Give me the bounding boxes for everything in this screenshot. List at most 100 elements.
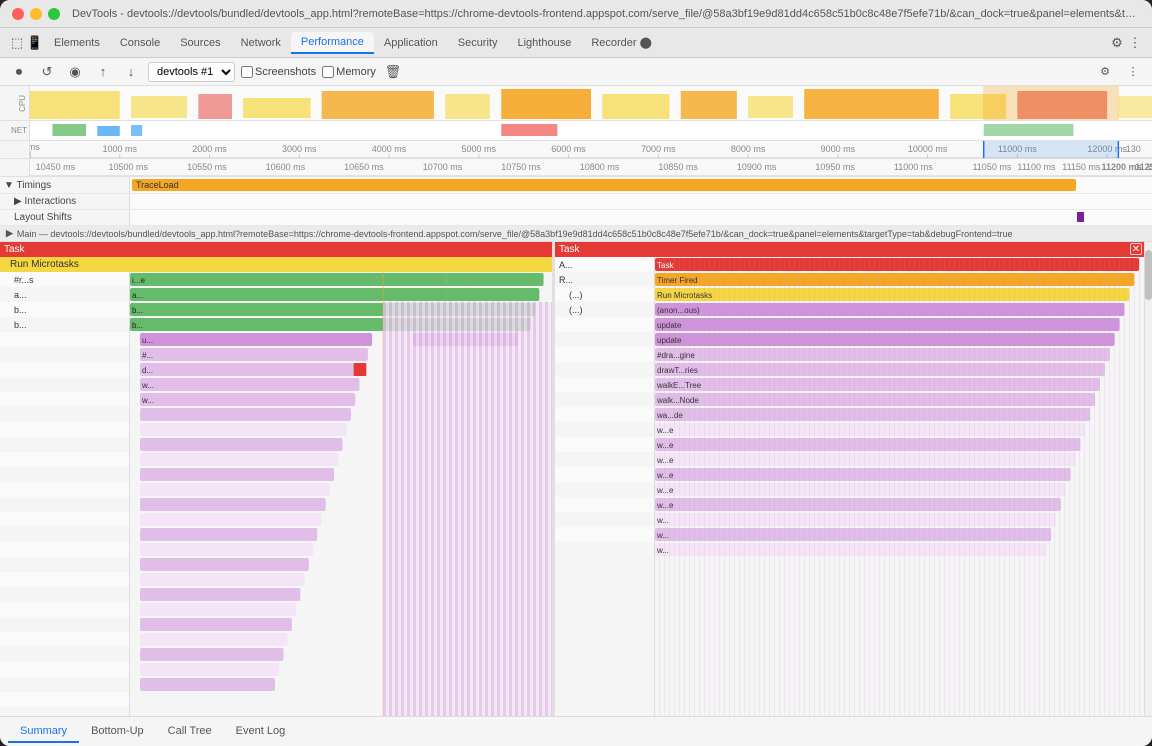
devtools-window: DevTools - devtools://devtools/bundled/d… — [0, 0, 1152, 746]
traceload-label: TraceLoad — [132, 180, 179, 190]
more-menu-icon[interactable]: ⋮ — [1126, 34, 1144, 52]
right-name-row — [555, 437, 654, 452]
right-name-row — [555, 317, 654, 332]
memory-label: Memory — [336, 66, 376, 78]
secondary-toolbar: ⏺ ↺ ◉ ↑ ↓ devtools #1 Screenshots Memory… — [0, 58, 1152, 86]
svg-text:b...: b... — [132, 321, 143, 330]
inspect-icon[interactable]: ⬚ — [8, 34, 26, 52]
name-row — [0, 407, 129, 422]
tab-bottom-up[interactable]: Bottom-Up — [79, 721, 156, 743]
right-name-row — [555, 392, 654, 407]
name-row — [0, 347, 129, 362]
svg-text:w...: w... — [656, 516, 669, 525]
right-name-row: (...) — [555, 302, 654, 317]
cpu-chart-area[interactable] — [30, 86, 1152, 120]
svg-text:0 ms: 0 ms — [30, 142, 40, 152]
svg-text:8000 ms: 8000 ms — [731, 144, 766, 154]
name-row: a... — [0, 287, 129, 302]
chart-column-right[interactable]: Task Timer Fired Run Microtasks (anon...… — [655, 257, 1144, 716]
name-row — [0, 677, 129, 692]
svg-text:10450 ms: 10450 ms — [36, 162, 76, 172]
name-row — [0, 422, 129, 437]
svg-text:w...: w... — [141, 396, 154, 405]
scrollbar-thumb[interactable] — [1145, 250, 1152, 300]
tab-console[interactable]: Console — [110, 33, 170, 53]
delete-recording-button[interactable]: 🗑 — [382, 61, 404, 83]
svg-text:i...e: i...e — [132, 276, 145, 285]
bottom-tabs: Summary Bottom-Up Call Tree Event Log — [0, 716, 1152, 746]
upload-button[interactable]: ↑ — [92, 61, 114, 83]
svg-text:update: update — [657, 321, 682, 330]
tab-call-tree[interactable]: Call Tree — [156, 721, 224, 743]
timings-label: ▼ Timings — [0, 177, 130, 193]
net-overview: NET — [0, 121, 1152, 141]
timings-content: TraceLoad — [130, 177, 1152, 193]
nav-tabs: ⬚ 📱 Elements Console Sources Network Per… — [0, 28, 1152, 58]
svg-text:1000 ms: 1000 ms — [102, 144, 137, 154]
download-button[interactable]: ↓ — [120, 61, 142, 83]
right-name-row — [555, 542, 654, 557]
tab-summary[interactable]: Summary — [8, 721, 79, 743]
tab-application[interactable]: Application — [374, 33, 448, 53]
name-row — [0, 512, 129, 527]
name-row — [0, 437, 129, 452]
svg-text:b...: b... — [132, 306, 143, 315]
right-name-column: A... R... (...) (...) — [555, 257, 655, 716]
svg-text:w...: w... — [141, 381, 154, 390]
svg-text:4000 ms: 4000 ms — [372, 144, 407, 154]
svg-text:7000 ms: 7000 ms — [641, 144, 676, 154]
device-icon[interactable]: 📱 — [26, 34, 44, 52]
svg-text:130: 130 — [1126, 144, 1141, 154]
right-name-row — [555, 422, 654, 437]
cpu-chart-svg — [30, 86, 1152, 120]
ruler-row-2: 10450 ms 10500 ms 10550 ms 10600 ms 1065… — [0, 159, 1152, 177]
tab-security[interactable]: Security — [448, 33, 508, 53]
svg-text:2000 ms: 2000 ms — [192, 144, 227, 154]
settings-icon[interactable]: ⚙ — [1108, 34, 1126, 52]
tab-event-log[interactable]: Event Log — [224, 721, 298, 743]
right-name-row — [555, 347, 654, 362]
tab-recorder[interactable]: Recorder ⬤ — [581, 32, 662, 53]
name-row — [0, 692, 129, 707]
tab-performance[interactable]: Performance — [291, 32, 374, 54]
close-task-icon[interactable]: ✕ — [1130, 243, 1142, 255]
layout-shifts-label: Layout Shifts — [0, 210, 130, 225]
name-row: #r...s — [0, 272, 129, 287]
svg-text:11150 ms: 11150 ms — [1062, 162, 1101, 172]
memory-checkbox[interactable] — [322, 66, 334, 78]
record-button[interactable]: ⏺ — [8, 61, 30, 83]
screenshots-checkbox-group: Screenshots — [241, 66, 316, 78]
svg-text:walkE...Tree: walkE...Tree — [656, 381, 702, 390]
profile-select[interactable]: devtools #1 — [148, 62, 235, 82]
stop-button[interactable]: ◉ — [64, 61, 86, 83]
svg-text:5000 ms: 5000 ms — [462, 144, 497, 154]
minimize-button[interactable] — [30, 8, 42, 20]
two-panel-flame: Task Run Microtasks #r...s a... b... b..… — [0, 242, 1152, 716]
more-tools-button[interactable]: ⋮ — [1122, 61, 1144, 83]
dense-pattern-left — [383, 302, 552, 716]
right-name-row — [555, 452, 654, 467]
right-name-row: A... — [555, 257, 654, 272]
window-controls — [12, 8, 60, 20]
tab-elements[interactable]: Elements — [44, 33, 110, 53]
tab-lighthouse[interactable]: Lighthouse — [507, 33, 581, 53]
close-button[interactable] — [12, 8, 24, 20]
svg-text:Timer Fired: Timer Fired — [657, 276, 698, 285]
tab-network[interactable]: Network — [231, 33, 291, 53]
svg-text:6000 ms: 6000 ms — [551, 144, 586, 154]
window-title: DevTools - devtools://devtools/bundled/d… — [72, 8, 1140, 20]
maximize-button[interactable] — [48, 8, 60, 20]
right-name-row — [555, 482, 654, 497]
chart-column-left[interactable]: i...e a... b... b... u.. — [130, 272, 552, 716]
name-row — [0, 362, 129, 377]
name-row — [0, 332, 129, 347]
tab-sources[interactable]: Sources — [170, 33, 230, 53]
capture-settings-button[interactable]: ⚙ — [1094, 61, 1116, 83]
vertical-scrollbar[interactable] — [1144, 242, 1152, 716]
net-chart-area[interactable] — [30, 121, 1152, 140]
right-flame-svg: Task Timer Fired Run Microtasks (anon...… — [655, 257, 1144, 716]
reload-button[interactable]: ↺ — [36, 61, 58, 83]
name-row — [0, 482, 129, 497]
screenshots-checkbox[interactable] — [241, 66, 253, 78]
svg-text:walk...Node: walk...Node — [656, 396, 699, 405]
